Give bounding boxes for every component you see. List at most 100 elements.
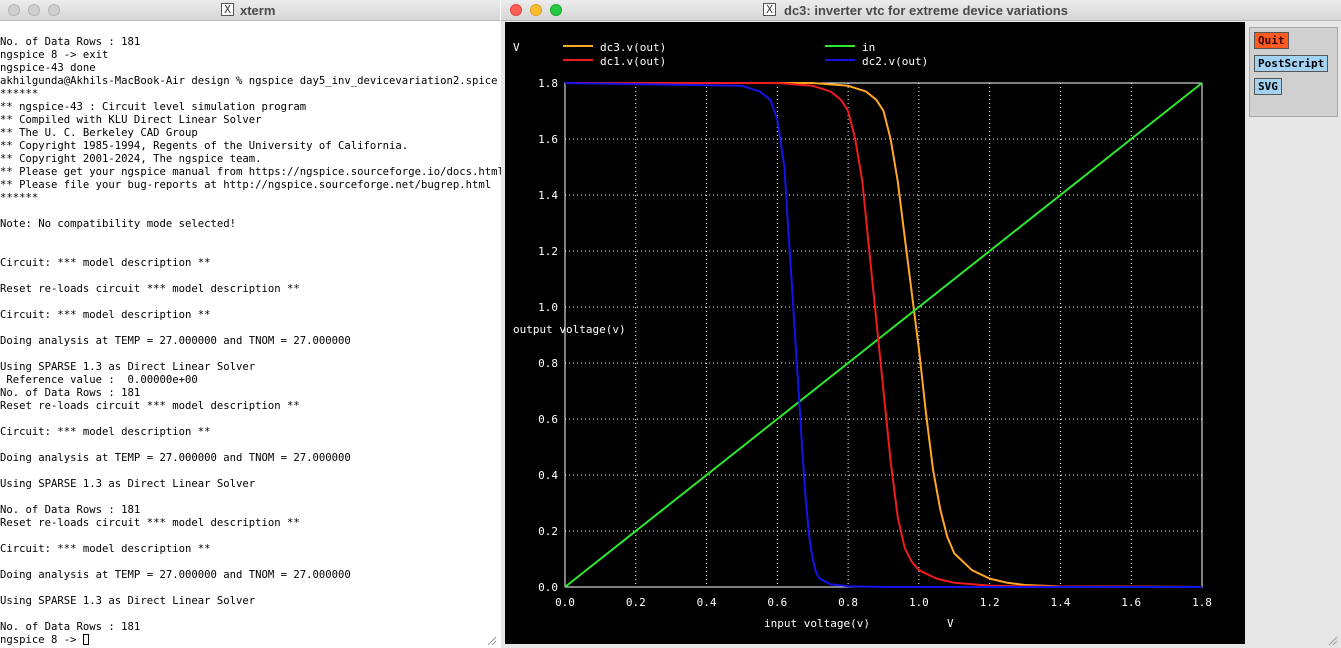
cursor <box>82 634 89 645</box>
x-axis-label: input voltage(v) <box>764 617 870 630</box>
terminal-line: ****** <box>0 88 39 100</box>
zoom-button[interactable] <box>48 4 60 16</box>
terminal-line: Circuit: *** model description ** <box>0 257 211 269</box>
close-button[interactable] <box>8 4 20 16</box>
y-tick-label: 1.8 <box>538 77 558 90</box>
terminal-line: Reference value : 0.00000e+00 <box>0 374 198 386</box>
terminal-line: ** Copyright 1985-1994, Regents of the U… <box>0 140 409 152</box>
xterm-titlebar[interactable]: X xterm <box>0 0 500 21</box>
terminal-line: No. of Data Rows : 181 <box>0 504 141 516</box>
vtc-chart[interactable]: 0.0 0.2 0.4 0.6 0.8 1.0 1.2 1.4 1.6 1.8 0.0 0.2 0.4 0… <box>505 22 1245 644</box>
x11-icon: X <box>221 3 234 16</box>
y-tick-label: 1.4 <box>538 189 558 202</box>
x-tick-label: 0.6 <box>767 596 787 609</box>
x-tick-label: 1.6 <box>1121 596 1141 609</box>
terminal-line: ngspice-43 done <box>0 62 96 74</box>
legend-label: dc1.v(out) <box>600 55 666 68</box>
terminal-line: Doing analysis at TEMP = 27.000000 and T… <box>0 335 351 347</box>
terminal-line: Doing analysis at TEMP = 27.000000 and T… <box>0 452 351 464</box>
terminal-line: Using SPARSE 1.3 as Direct Linear Solver <box>0 361 256 373</box>
terminal-line: ** Copyright 2001-2024, The ngspice team… <box>0 153 262 165</box>
y-tick-label: 1.6 <box>538 133 558 146</box>
minimize-button[interactable] <box>28 4 40 16</box>
y-tick-label: 0.8 <box>538 357 558 370</box>
xterm-title: xterm <box>240 3 276 18</box>
series-line-in <box>564 82 1203 588</box>
terminal-line: ****** <box>0 192 39 204</box>
x-tick-label: 0.4 <box>697 596 717 609</box>
y-axis-unit: V <box>513 41 520 54</box>
terminal-line: Reset re-loads circuit *** model descrip… <box>0 400 300 412</box>
terminal-line: Circuit: *** model description ** <box>0 543 211 555</box>
y-tick-label: 0.0 <box>538 581 558 594</box>
x-tick-label: 0.2 <box>626 596 646 609</box>
terminal-line: No. of Data Rows : 181 <box>0 36 141 48</box>
terminal-line: ngspice 8 -> exit <box>0 49 109 61</box>
x-tick-label: 0.8 <box>838 596 858 609</box>
plot-area[interactable]: 0.0 0.2 0.4 0.6 0.8 1.0 1.2 1.4 1.6 1.8 0.0 0.2 0.4 0… <box>505 22 1245 644</box>
legend-label: in <box>862 41 875 54</box>
terminal-line: Reset re-loads circuit *** model descrip… <box>0 283 300 295</box>
x-tick-label: 1.8 <box>1192 596 1212 609</box>
terminal-line: Reset re-loads circuit *** model descrip… <box>0 517 300 529</box>
terminal-line: Note: No compatibility mode selected! <box>0 218 236 230</box>
terminal-line: Circuit: *** model description ** <box>0 426 211 438</box>
zoom-button[interactable] <box>550 4 562 16</box>
plot-title: dc3: inverter vtc for extreme device var… <box>784 3 1068 18</box>
close-button[interactable] <box>510 4 522 16</box>
terminal-line: ** The U. C. Berkeley CAD Group <box>0 127 198 139</box>
terminal-line: Using SPARSE 1.3 as Direct Linear Solver <box>0 595 256 607</box>
terminal-prompt[interactable]: ngspice 8 -> <box>0 634 500 647</box>
terminal-line: ** ngspice-43 : Circuit level simulation… <box>0 101 307 113</box>
y-tick-label: 0.2 <box>538 525 558 538</box>
x11-icon: X <box>763 3 776 16</box>
plot-window: X dc3: inverter vtc for extreme device v… <box>501 0 1341 648</box>
y-tick-label: 1.0 <box>538 301 558 314</box>
terminal-line: ** Compiled with KLU Direct Linear Solve… <box>0 114 262 126</box>
legend-label: dc3.v(out) <box>600 41 666 54</box>
y-axis-label: output voltage(v) <box>513 323 626 336</box>
quit-button[interactable]: Quit <box>1254 32 1289 49</box>
x-tick-label: 1.2 <box>980 596 1000 609</box>
x-tick-label: 1.0 <box>909 596 929 609</box>
terminal-line: Using SPARSE 1.3 as Direct Linear Solver <box>0 478 256 490</box>
svg-button[interactable]: SVG <box>1254 78 1282 95</box>
xterm-window: X xterm No. of Data Rows : 181 ngspice 8 … <box>0 0 504 648</box>
y-tick-label: 0.6 <box>538 413 558 426</box>
terminal-output[interactable]: No. of Data Rows : 181 ngspice 8 -> exit n… <box>0 36 504 648</box>
terminal-line: No. of Data Rows : 181 <box>0 387 141 399</box>
minimize-button[interactable] <box>530 4 542 16</box>
prompt-text: ngspice 8 -> <box>0 634 83 646</box>
terminal-line: ** Please file your bug-reports at http:… <box>0 179 492 191</box>
terminal-line: Circuit: *** model description ** <box>0 309 211 321</box>
terminal-line: Doing analysis at TEMP = 27.000000 and T… <box>0 569 351 581</box>
postscript-button[interactable]: PostScript <box>1254 55 1329 72</box>
legend-label: dc2.v(out) <box>862 55 928 68</box>
y-tick-label: 1.2 <box>538 245 558 258</box>
x-axis-unit: V <box>947 617 954 630</box>
x-tick-label: 0.0 <box>555 596 575 609</box>
terminal-line: No. of Data Rows : 181 <box>0 621 141 633</box>
plot-titlebar[interactable]: X dc3: inverter vtc for extreme device v… <box>501 0 1341 21</box>
x-tick-label: 1.4 <box>1051 596 1071 609</box>
y-tick-label: 0.4 <box>538 469 558 482</box>
resize-grip-icon[interactable] <box>1328 636 1338 646</box>
terminal-line: ** Please get your ngspice manual from h… <box>0 166 504 178</box>
terminal-line: akhilgunda@Akhils-MacBook-Air design % n… <box>0 75 498 87</box>
resize-grip-icon[interactable] <box>487 636 497 646</box>
